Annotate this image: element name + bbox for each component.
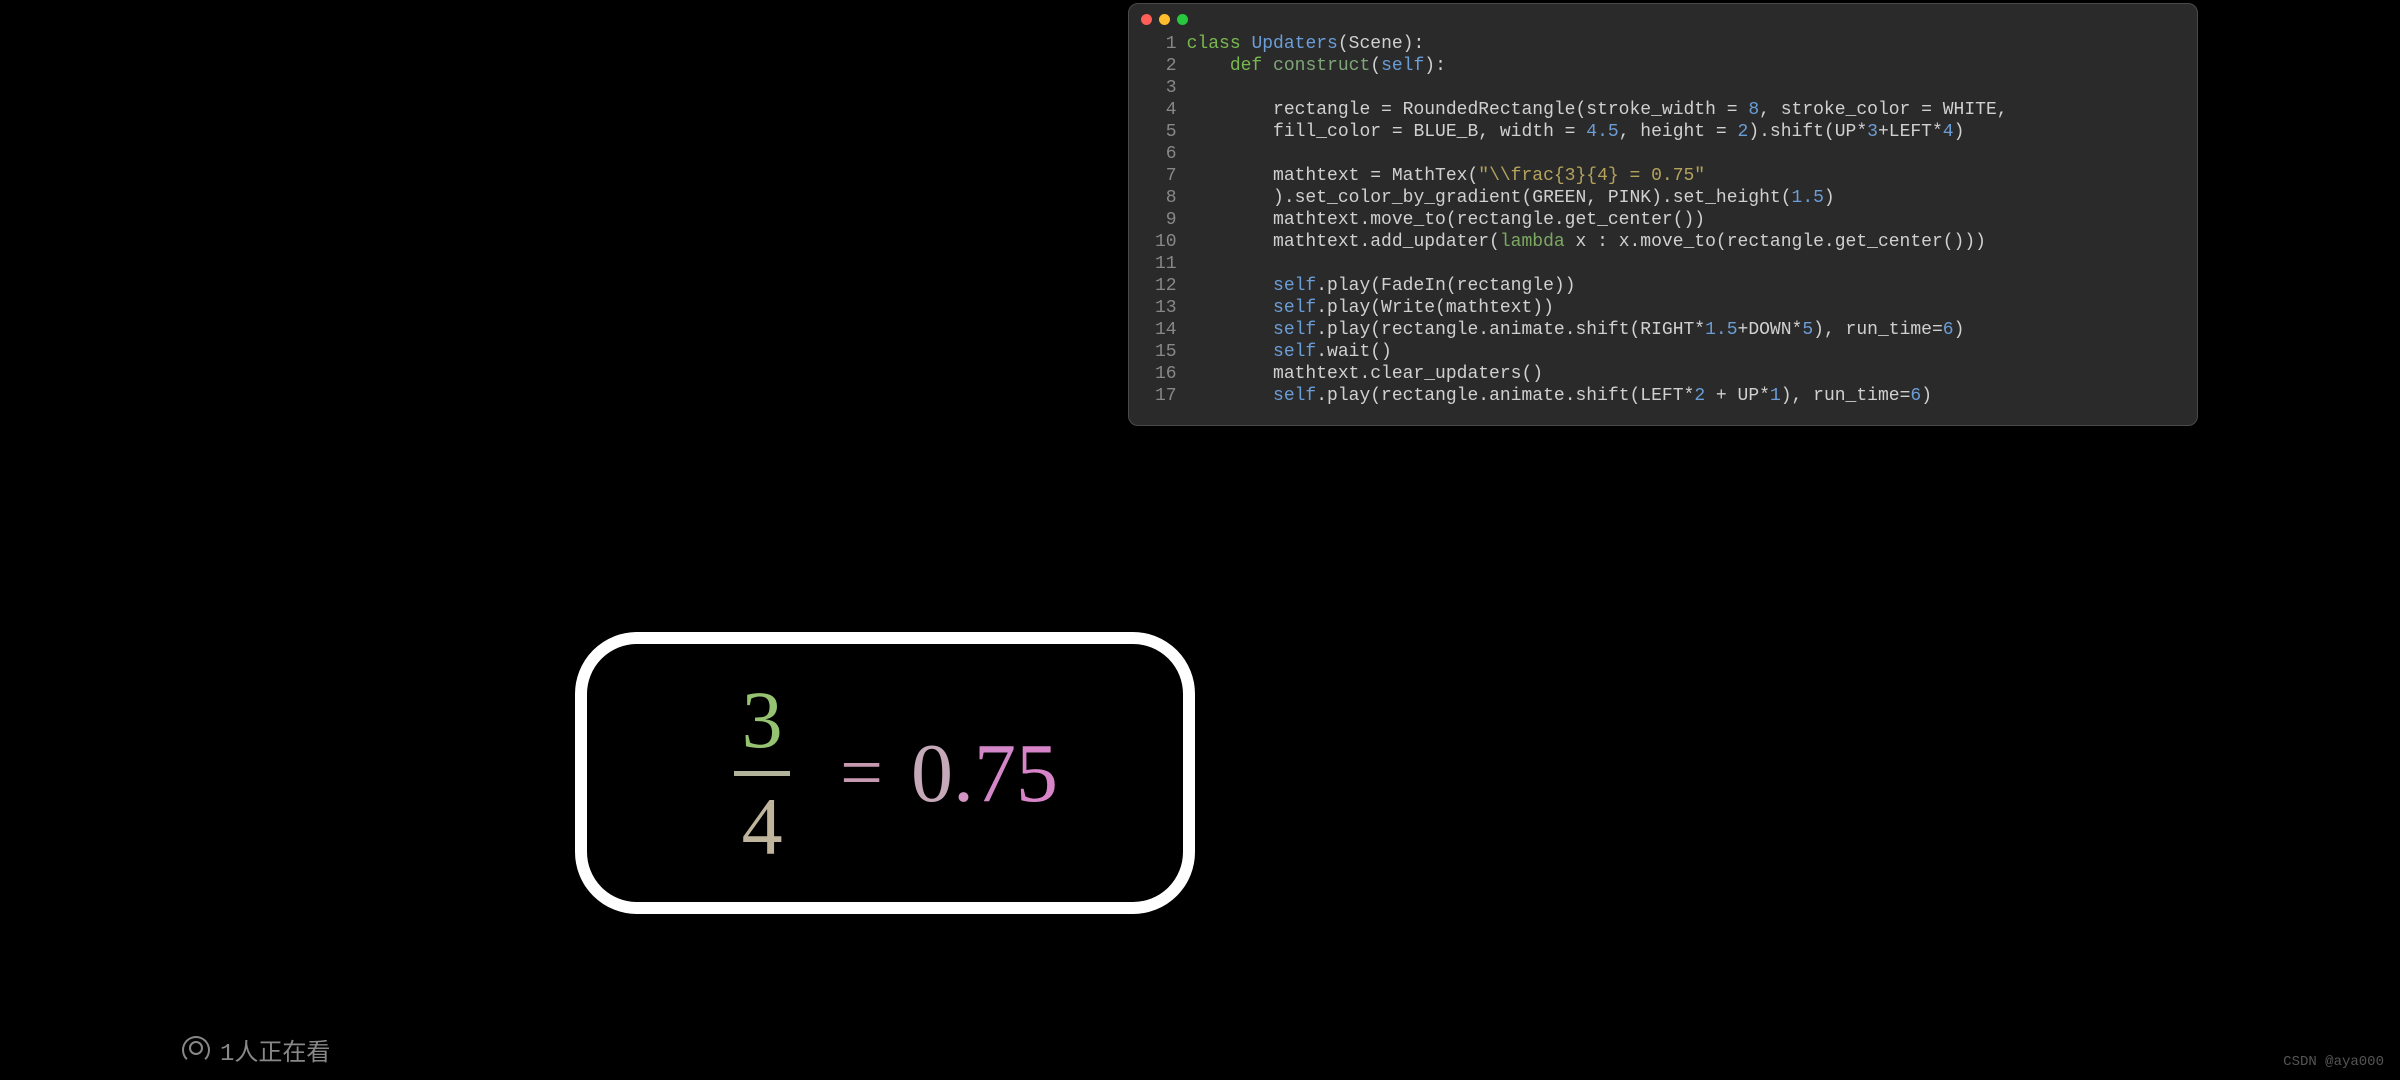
code-text: rectangle = RoundedRectangle(stroke_widt…	[1187, 100, 1749, 120]
code-text: , height =	[1619, 122, 1738, 142]
viewer-count-text: 1人正在看	[220, 1032, 330, 1068]
keyword-lambda: lambda	[1500, 232, 1565, 252]
window-controls	[1129, 4, 2197, 33]
number-literal: 6	[1943, 320, 1954, 340]
line-number: 6	[1155, 143, 1177, 165]
code-text: , stroke_color = WHITE,	[1759, 100, 2007, 120]
number-literal: 4.5	[1586, 122, 1618, 142]
keyword-def: def	[1230, 56, 1262, 76]
punct: )	[1954, 320, 1965, 340]
line-number: 11	[1155, 253, 1177, 275]
decimal-value: 0.75	[911, 725, 1058, 822]
line-number: 15	[1155, 341, 1177, 363]
punct: )	[1954, 122, 1965, 142]
indent	[1187, 276, 1273, 296]
number-literal: 3	[1867, 122, 1878, 142]
fraction-bar	[734, 771, 790, 776]
code-text: +DOWN*	[1738, 320, 1803, 340]
line-number: 14	[1155, 319, 1177, 341]
viewer-icon	[182, 1036, 210, 1064]
close-icon[interactable]	[1141, 14, 1152, 25]
code-text: mathtext.add_updater(	[1187, 232, 1500, 252]
animation-rectangle: 3 4 = 0.75	[575, 632, 1195, 914]
code-text: .play(rectangle.animate.shift(RIGHT*	[1316, 320, 1705, 340]
code-text: .wait()	[1316, 342, 1392, 362]
line-number: 1	[1155, 33, 1177, 55]
punct: ):	[1424, 56, 1446, 76]
keyword-self: self	[1273, 298, 1316, 318]
line-number: 8	[1155, 187, 1177, 209]
code-text: fill_color = BLUE_B, width =	[1187, 122, 1587, 142]
line-number-gutter: 1 2 3 4 5 6 7 8 9 10 11 12 13 14 15 16 1…	[1129, 33, 1187, 407]
indent	[1187, 298, 1273, 318]
digit: 7	[974, 727, 1016, 820]
line-number: 4	[1155, 99, 1177, 121]
digit: 5	[1016, 727, 1058, 820]
keyword-self: self	[1381, 56, 1424, 76]
math-expression: 3 4 = 0.75	[712, 679, 1058, 868]
code-text: +LEFT*	[1878, 122, 1943, 142]
line-number: 12	[1155, 275, 1177, 297]
code-text: .play(FadeIn(rectangle))	[1316, 276, 1575, 296]
keyword-self: self	[1273, 320, 1316, 340]
minimize-icon[interactable]	[1159, 14, 1170, 25]
keyword-class: class	[1187, 34, 1241, 54]
code-content[interactable]: class Updaters(Scene): def construct(sel…	[1187, 33, 2008, 407]
line-number: 10	[1155, 231, 1177, 253]
line-number: 17	[1155, 385, 1177, 407]
number-literal: 5	[1802, 320, 1813, 340]
code-text: ), run_time=	[1813, 320, 1943, 340]
code-text: mathtext.clear_updaters()	[1187, 364, 1543, 384]
number-literal: 8	[1748, 100, 1759, 120]
code-text: (Scene):	[1338, 34, 1424, 54]
code-editor-window: 1 2 3 4 5 6 7 8 9 10 11 12 13 14 15 16 1…	[1128, 3, 2198, 426]
function-name: construct	[1273, 56, 1370, 76]
indent	[1187, 320, 1273, 340]
code-text: x : x.move_to(rectangle.get_center()))	[1565, 232, 1986, 252]
number-literal: 6	[1910, 386, 1921, 406]
code-text: ).shift(UP*	[1748, 122, 1867, 142]
string-literal: "\\frac{3}{4} = 0.75"	[1478, 166, 1705, 186]
punct: (	[1370, 56, 1381, 76]
line-number: 7	[1155, 165, 1177, 187]
code-text: .play(rectangle.animate.shift(LEFT*	[1316, 386, 1694, 406]
number-literal: 1.5	[1705, 320, 1737, 340]
numerator: 3	[742, 679, 783, 761]
line-number: 16	[1155, 363, 1177, 385]
equals-sign: =	[840, 730, 883, 817]
decimal-point: .	[953, 727, 974, 820]
class-name: Updaters	[1251, 34, 1337, 54]
code-text: .play(Write(mathtext))	[1316, 298, 1554, 318]
number-literal: 2	[1694, 386, 1705, 406]
indent	[1187, 56, 1230, 76]
line-number: 9	[1155, 209, 1177, 231]
code-text: + UP*	[1705, 386, 1770, 406]
punct: )	[1824, 188, 1835, 208]
number-literal: 2	[1738, 122, 1749, 142]
line-number: 2	[1155, 55, 1177, 77]
keyword-self: self	[1273, 386, 1316, 406]
digit: 0	[911, 727, 953, 820]
watermark: CSDN @aya000	[2283, 1054, 2384, 1070]
code-area: 1 2 3 4 5 6 7 8 9 10 11 12 13 14 15 16 1…	[1129, 33, 2197, 407]
line-number: 5	[1155, 121, 1177, 143]
line-number: 3	[1155, 77, 1177, 99]
fraction: 3 4	[734, 679, 790, 868]
number-literal: 1.5	[1792, 188, 1824, 208]
viewer-count-badge: 1人正在看	[182, 1032, 330, 1068]
code-text: mathtext = MathTex(	[1187, 166, 1479, 186]
denominator: 4	[742, 786, 783, 868]
number-literal: 1	[1770, 386, 1781, 406]
code-text: mathtext.move_to(rectangle.get_center())	[1187, 210, 1705, 230]
punct: )	[1921, 386, 1932, 406]
code-text: ).set_color_by_gradient(GREEN, PINK).set…	[1187, 188, 1792, 208]
keyword-self: self	[1273, 342, 1316, 362]
code-text: ), run_time=	[1781, 386, 1911, 406]
line-number: 13	[1155, 297, 1177, 319]
indent	[1187, 386, 1273, 406]
keyword-self: self	[1273, 276, 1316, 296]
maximize-icon[interactable]	[1177, 14, 1188, 25]
number-literal: 4	[1943, 122, 1954, 142]
indent	[1187, 342, 1273, 362]
